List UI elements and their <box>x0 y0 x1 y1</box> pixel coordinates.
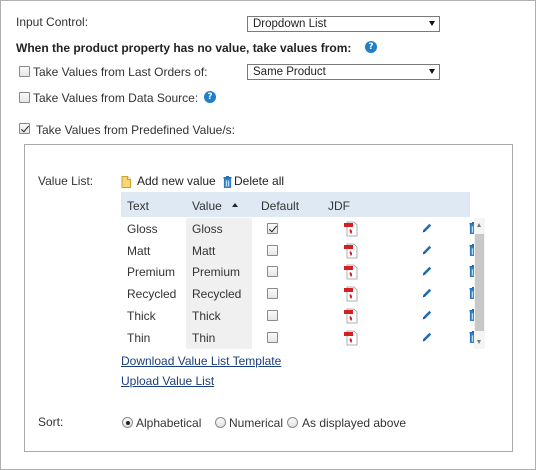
predefined-checkbox[interactable] <box>19 123 30 134</box>
row-text: Recycled <box>127 287 177 302</box>
edit-pencil-icon[interactable] <box>421 331 433 343</box>
sort-numerical-radio[interactable] <box>215 417 226 428</box>
table-row[interactable]: Gloss Gloss <box>121 218 478 240</box>
chevron-down-icon <box>429 21 435 26</box>
input-control-select[interactable]: Dropdown List <box>247 16 440 32</box>
upload-value-list-link[interactable]: Upload Value List <box>121 374 214 388</box>
dialog-frame: Input Control: Dropdown List When the pr… <box>0 0 536 470</box>
table-row[interactable]: Thin Thin <box>121 326 478 349</box>
help-icon[interactable]: ? <box>204 91 216 103</box>
scroll-down-icon[interactable] <box>477 340 481 344</box>
no-value-heading: When the product property has no value, … <box>16 41 352 55</box>
row-text: Thick <box>127 308 156 323</box>
jdf-file-icon[interactable] <box>344 221 358 237</box>
jdf-file-icon[interactable] <box>344 308 358 324</box>
value-list-label: Value List: <box>38 174 94 188</box>
scroll-thumb[interactable] <box>475 234 484 331</box>
table-row[interactable]: Premium Premium <box>121 261 478 284</box>
input-control-label: Input Control: <box>16 15 89 29</box>
col-default-header[interactable]: Default <box>261 199 299 213</box>
jdf-file-icon[interactable] <box>344 264 358 280</box>
input-control-value: Dropdown List <box>253 18 327 30</box>
sort-as-displayed-radio[interactable] <box>287 417 298 428</box>
col-text-header[interactable]: Text <box>127 199 149 213</box>
sort-label: Sort: <box>38 415 64 429</box>
last-orders-checkbox[interactable] <box>19 66 30 77</box>
jdf-file-icon[interactable] <box>344 243 358 259</box>
data-source-label: Take Values from Data Source: <box>33 91 199 105</box>
predefined-values-panel: Value List: Add new value Delete all Tex… <box>24 144 513 452</box>
table-scrollbar[interactable] <box>474 218 485 349</box>
sort-as-displayed-label[interactable]: As displayed above <box>302 416 406 430</box>
jdf-file-icon[interactable] <box>344 330 358 346</box>
download-template-link[interactable]: Download Value List Template <box>121 354 281 368</box>
row-text: Matt <box>127 243 151 258</box>
row-default-checkbox[interactable] <box>267 288 278 300</box>
row-default-checkbox[interactable] <box>267 309 278 321</box>
predefined-label: Take Values from Predefined Value/s: <box>36 123 235 137</box>
row-default-checkbox[interactable] <box>267 266 278 278</box>
row-value: Matt <box>186 239 252 262</box>
row-text: Thin <box>127 330 151 345</box>
sort-alphabetical-radio[interactable] <box>122 417 133 428</box>
row-text: Premium <box>127 265 176 280</box>
row-default-checkbox[interactable] <box>267 244 278 256</box>
row-value: Recycled <box>186 283 252 306</box>
trash-icon[interactable] <box>223 176 232 188</box>
edit-pencil-icon[interactable] <box>421 244 433 256</box>
last-orders-label: Take Values from Last Orders of: <box>33 65 208 79</box>
jdf-file-icon[interactable] <box>344 286 358 302</box>
chevron-down-icon <box>429 69 435 74</box>
last-orders-value: Same Product <box>253 66 326 78</box>
sort-numerical-label[interactable]: Numerical <box>229 416 283 430</box>
edit-pencil-icon[interactable] <box>421 287 433 299</box>
edit-pencil-icon[interactable] <box>421 309 433 321</box>
row-default-checkbox[interactable] <box>267 331 278 343</box>
col-value-header[interactable]: Value <box>192 199 222 213</box>
table-row[interactable]: Matt Matt <box>121 239 478 262</box>
table-row[interactable]: Recycled Recycled <box>121 283 478 306</box>
sort-ascending-icon <box>232 203 238 207</box>
row-value: Thin <box>186 326 252 349</box>
edit-pencil-icon[interactable] <box>421 265 433 277</box>
value-table-header: Text Value Default JDF <box>121 192 470 217</box>
col-jdf-header[interactable]: JDF <box>328 199 350 213</box>
row-value: Gloss <box>186 218 252 240</box>
help-icon[interactable]: ? <box>365 41 377 53</box>
last-orders-select[interactable]: Same Product <box>247 64 440 80</box>
data-source-checkbox[interactable] <box>19 92 30 103</box>
row-value: Premium <box>186 261 252 284</box>
add-document-icon[interactable] <box>121 176 131 188</box>
row-value: Thick <box>186 304 252 327</box>
add-new-value-link[interactable]: Add new value <box>137 174 216 188</box>
delete-all-link[interactable]: Delete all <box>234 174 284 188</box>
edit-pencil-icon[interactable] <box>421 222 433 234</box>
table-row[interactable]: Thick Thick <box>121 304 478 327</box>
scroll-up-icon[interactable] <box>477 223 481 227</box>
sort-alphabetical-label[interactable]: Alphabetical <box>136 416 201 430</box>
row-text: Gloss <box>127 222 158 236</box>
row-default-checkbox[interactable] <box>267 223 278 234</box>
